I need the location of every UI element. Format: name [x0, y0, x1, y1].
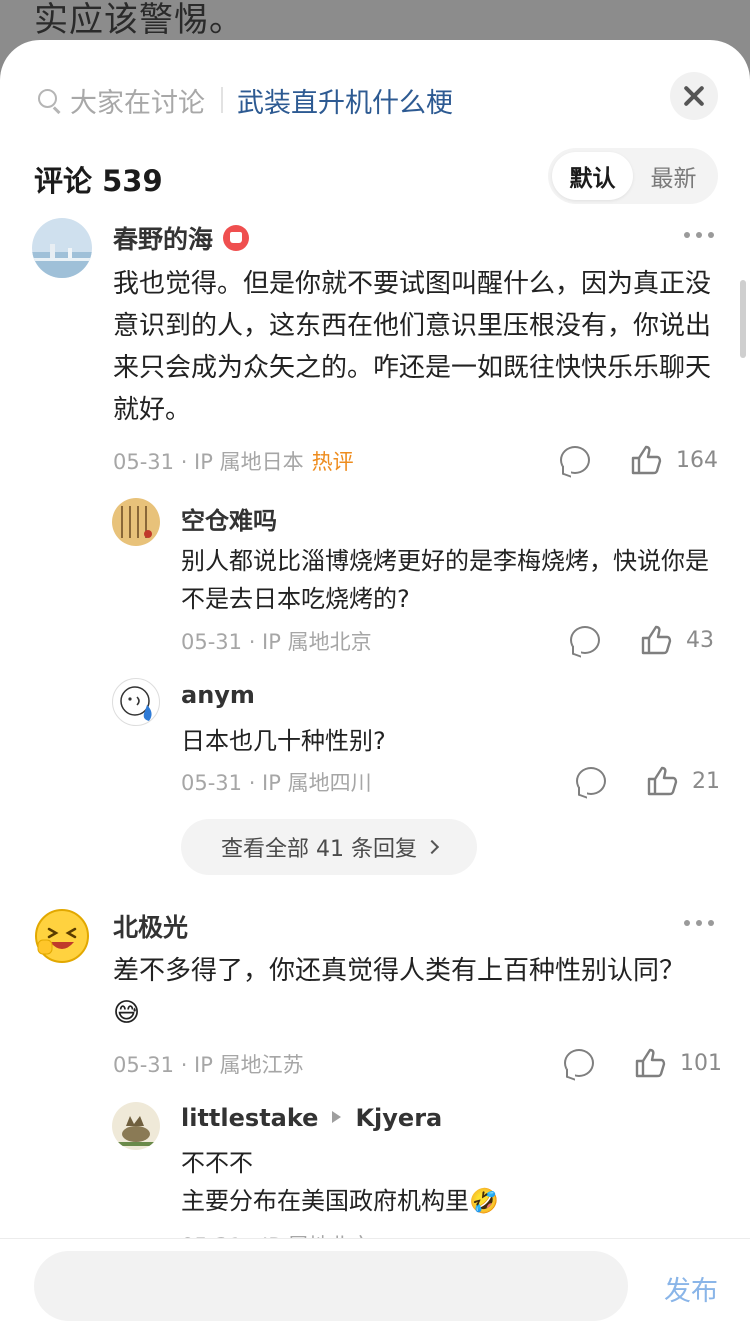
- view-all-replies-label: 查看全部 41 条回复: [221, 837, 417, 862]
- scrollbar[interactable]: [740, 280, 746, 358]
- more-options-icon[interactable]: [684, 920, 714, 926]
- reply-text-line2-content: 主要分布在美国政府机构里: [181, 1187, 469, 1215]
- chevron-right-icon: [424, 839, 440, 855]
- reply-username[interactable]: 空仓难吗: [181, 501, 277, 536]
- avatar[interactable]: [112, 678, 160, 726]
- comment-text: 我也觉得。但是你就不要试图叫醒什么，因为真正没意识到的人，这东西在他们意识里压根…: [113, 269, 712, 425]
- comment-text: 差不多得了，你还真觉得人类有上百种性别认同？ 😅: [113, 950, 713, 1034]
- reply-meta: 05-31 · IP 属地北京: [181, 630, 372, 654]
- comment-username[interactable]: 春野的海: [113, 220, 250, 256]
- backdrop-text: 实应该警惕。: [34, 0, 244, 40]
- reply-arrow-icon: [332, 1111, 342, 1123]
- reply-text: 日本也几十种性别?: [181, 727, 386, 755]
- comment-meta: 05-31 · IP 属地江苏: [113, 1053, 304, 1077]
- reply-target-username[interactable]: Kjyera: [355, 1104, 442, 1132]
- search-suggestion[interactable]: 大家在讨论 武装直升机什么梗: [36, 80, 453, 120]
- thumbs-up-icon: [641, 625, 672, 655]
- reply-icon[interactable]: [558, 444, 592, 478]
- like-count: 21: [692, 768, 720, 794]
- hot-badge-icon: [223, 225, 250, 251]
- sort-default-tab[interactable]: 默认: [552, 152, 633, 200]
- comment-count-title: 评论 539: [34, 164, 163, 198]
- rofl-emoji: 🤣: [469, 1187, 499, 1215]
- comment-username[interactable]: 北极光: [113, 908, 188, 944]
- thumbs-up-icon: [635, 1048, 666, 1078]
- close-icon: [683, 85, 705, 107]
- avatar[interactable]: [32, 218, 92, 278]
- reply-text: 别人都说比淄博烧烤更好的是李梅烧烤，快说你是不是去日本吃烧烤的?: [181, 547, 709, 613]
- like-button[interactable]: 43: [640, 623, 714, 657]
- view-all-replies-button[interactable]: 查看全部 41 条回复: [181, 819, 477, 875]
- like-count: 101: [680, 1050, 722, 1076]
- hot-comment-tag: 热评: [311, 450, 354, 474]
- username-text: 春野的海: [113, 225, 214, 254]
- reply-text-line1: 不不不: [181, 1149, 253, 1177]
- comment-input[interactable]: [34, 1251, 628, 1321]
- thumbs-up-icon: [631, 445, 662, 475]
- like-button[interactable]: 164: [630, 443, 718, 477]
- reply-username[interactable]: littlestake: [181, 1104, 318, 1132]
- reply-icon[interactable]: [568, 624, 602, 658]
- reply-header: littlestake Kjyera: [181, 1104, 442, 1132]
- sort-latest-tab[interactable]: 最新: [633, 152, 714, 200]
- reply-meta: 05-31 · IP 属地四川: [181, 771, 372, 795]
- reply-icon[interactable]: [562, 1047, 596, 1081]
- avatar[interactable]: [32, 906, 92, 966]
- comment-input-bar: 发布: [0, 1238, 750, 1334]
- search-prefix: 大家在讨论: [70, 87, 205, 119]
- sweat-smile-emoji: 😅: [113, 998, 141, 1028]
- more-options-icon[interactable]: [684, 232, 714, 238]
- avatar[interactable]: [112, 1102, 160, 1150]
- like-count: 43: [686, 627, 714, 653]
- like-button[interactable]: 101: [634, 1046, 722, 1080]
- like-count: 164: [676, 447, 718, 473]
- publish-button[interactable]: 发布: [664, 1269, 718, 1308]
- comments-sheet: 大家在讨论 武装直升机什么梗 评论 539 默认 最新 春野的海 我也觉得。但是…: [0, 40, 750, 1334]
- search-divider: [221, 87, 223, 113]
- search-topic-link[interactable]: 武装直升机什么梗: [237, 81, 453, 120]
- sort-toggle: 默认 最新: [548, 148, 718, 204]
- thumbs-up-icon: [647, 766, 678, 796]
- reply-username[interactable]: anym: [181, 681, 255, 709]
- reply-text-line2: 主要分布在美国政府机构里🤣: [181, 1182, 711, 1220]
- reply-text: 不不不 主要分布在美国政府机构里🤣: [181, 1144, 711, 1220]
- avatar[interactable]: [112, 498, 160, 546]
- like-button[interactable]: 21: [646, 764, 720, 798]
- comment-meta: 05-31 · IP 属地日本 热评: [113, 446, 354, 476]
- comment-text-content: 差不多得了，你还真觉得人类有上百种性别认同？: [113, 956, 686, 986]
- reply-icon[interactable]: [574, 765, 608, 799]
- search-icon: [36, 87, 62, 114]
- comment-meta-text: 05-31 · IP 属地日本: [113, 450, 304, 474]
- close-button[interactable]: [670, 72, 718, 120]
